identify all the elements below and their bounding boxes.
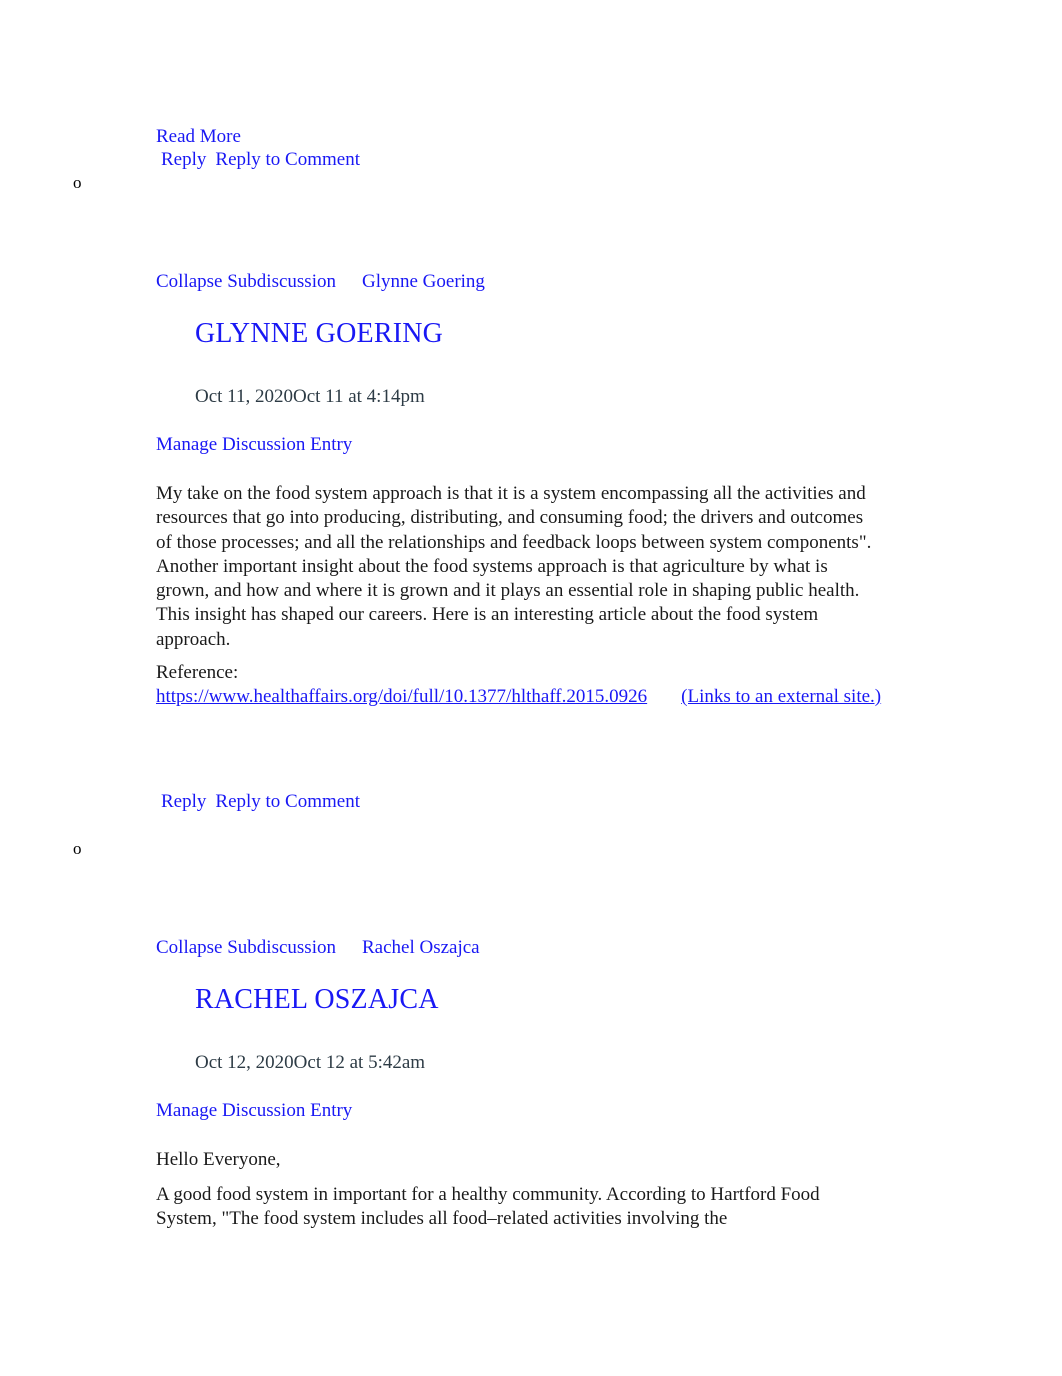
subdiscussion-author-link[interactable]: Rachel Oszajca (362, 937, 480, 958)
top-entry-reply-actions: Reply Reply to Comment (161, 149, 360, 171)
external-site-note-link[interactable]: (Links to an external site.) (681, 686, 881, 707)
manage-discussion-entry-link[interactable]: Manage Discussion Entry (156, 1100, 352, 1121)
manage-discussion-entry-row-glynne: Manage Discussion Entry (156, 434, 352, 456)
entry-timestamp-rachel: Oct 12, 2020Oct 12 at 5:42am (195, 1052, 426, 1073)
read-more-link[interactable]: Read More (156, 126, 241, 147)
reference-url-link[interactable]: https://www.healthaffairs.org/doi/full/1… (156, 686, 647, 707)
read-more-link-row: Read More (156, 126, 241, 148)
reply-to-comment-link[interactable]: Reply to Comment (215, 149, 360, 170)
list-bullet-marker-2: o (73, 839, 82, 858)
document-page: Read More Reply Reply to Comment o Collap… (0, 0, 1062, 1376)
collapse-subdiscussion-row-glynne: Collapse Subdiscussion Glynne Goering (156, 271, 485, 293)
entry-greeting-rachel: Hello Everyone, (156, 1149, 281, 1170)
manage-discussion-entry-row-rachel: Manage Discussion Entry (156, 1100, 352, 1122)
collapse-subdiscussion-row-rachel: Collapse Subdiscussion Rachel Oszajca (156, 937, 480, 959)
entry-reply-actions-glynne: Reply Reply to Comment (161, 791, 360, 813)
list-bullet-marker-1: o (73, 173, 82, 192)
subdiscussion-author-link[interactable]: Glynne Goering (362, 271, 485, 292)
collapse-subdiscussion-link[interactable]: Collapse Subdiscussion (156, 271, 336, 292)
entry-reference-block-glynne: Reference: https://www.healthaffairs.org… (156, 661, 916, 710)
entry-timestamp-glynne: Oct 11, 2020Oct 11 at 4:14pm (195, 386, 425, 407)
collapse-subdiscussion-link[interactable]: Collapse Subdiscussion (156, 937, 336, 958)
reply-link[interactable]: Reply (161, 791, 206, 812)
entry-author-heading-rachel[interactable]: RACHEL OSZAJCA (195, 984, 439, 1016)
entry-body-paragraph-glynne: My take on the food system approach is t… (156, 483, 872, 650)
entry-body-paragraph-rachel: A good food system in important for a he… (156, 1184, 820, 1230)
reply-link[interactable]: Reply (161, 149, 206, 170)
reply-to-comment-link[interactable]: Reply to Comment (215, 791, 360, 812)
manage-discussion-entry-link[interactable]: Manage Discussion Entry (156, 434, 352, 455)
entry-author-heading-glynne[interactable]: GLYNNE GOERING (195, 318, 443, 350)
reference-label: Reference: (156, 662, 239, 683)
